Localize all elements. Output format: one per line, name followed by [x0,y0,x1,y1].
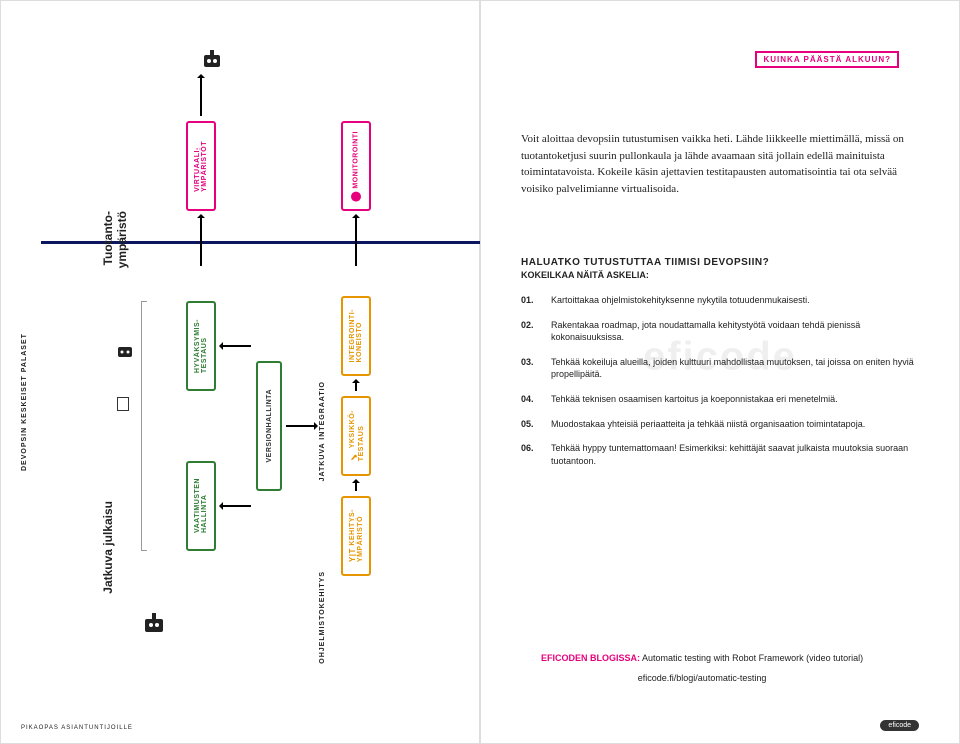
robot-icon [115,341,135,366]
footer-text: PIKAOPAS ASIANTUNTIJOILLE [21,725,133,731]
step-item: 06.Tehkää hyppy tuntemattomaan! Esimerki… [521,442,919,467]
sidebar-tab: DEVOPSIN KESKEISET PALASET [21,333,28,471]
step-item: 03.Tehkää kokeiluja alueilla, joiden kul… [521,356,919,381]
brand-logo: eficode [880,720,919,731]
robot-icon [141,611,167,642]
document-icon [117,397,129,411]
steps-title: HALUATKO TUTUSTUTTAA TIIMISI DEVOPSIIN? [521,257,919,268]
step-item: 02.Rakentakaa roadmap, jota noudattamall… [521,319,919,344]
right-page: KUINKA PÄÄSTÄ ALKUUN? eficode Voit aloit… [480,0,960,744]
check-icon: ✔ [348,451,358,462]
monitoring-box: MONITOROINTI [341,121,371,211]
requirements-box: VAATIMUSTEN HALLINTA [186,461,216,551]
ci-env-title: Jatkuva julkaisu [101,501,115,594]
software-dev-label: OHJELMISTOKEHITYS [319,571,326,664]
left-page: DEVOPSIN KESKEISET PALASET Tuotanto- ymp… [0,0,480,744]
steps-list: 01.Kartoittakaa ohjelmistokehityksenne n… [521,294,919,467]
arrow-icon [355,481,357,491]
arrow-icon [200,76,202,116]
blog-label: EFICODEN BLOGISSA: [541,653,640,663]
steps-subtitle: KOKEILKAA NÄITÄ ASKELIA: [521,270,919,280]
record-icon [351,191,361,201]
continuous-integration-label: JATKUVA INTEGRAATIO [319,381,326,481]
integration-machine-box: INTEGROINTI- KONEISTO [341,296,371,376]
code-icon: Y|T [348,549,357,563]
blog-reference: EFICODEN BLOGISSA: Automatic testing wit… [541,653,863,683]
arrow-icon [286,425,316,427]
arrow-icon [355,381,357,391]
dev-env-box: Y|T KEHITYS- YMPÄRISTÖ [341,496,371,576]
version-control-box: VERSIONHALLINTA [256,361,282,491]
step-item: 04.Tehkää teknisen osaamisen kartoitus j… [521,393,919,406]
diagram: Tuotanto- ympäristö Jatkuva julkaisu VIR… [81,41,441,601]
blog-text: Automatic testing with Robot Framework (… [642,653,863,663]
unit-test-box: ✔ YKSIKKÖ- TESTAUS [341,396,371,476]
prod-env-title-2: ympäristö [115,211,129,268]
arrow-icon [200,216,202,266]
virtual-env-box: VIRTUAALI- YMPÄRISTÖT [186,121,216,211]
arrow-icon [355,216,357,266]
section-header: KUINKA PÄÄSTÄ ALKUUN? [755,51,899,68]
prod-env-title: Tuotanto- [101,211,115,265]
arrow-icon [221,345,251,347]
bracket-icon [141,301,147,551]
blog-url[interactable]: eficode.fi/blogi/automatic-testing [541,673,863,683]
step-item: 01.Kartoittakaa ohjelmistokehityksenne n… [521,294,919,307]
intro-paragraph: Voit aloittaa devopsiin tutustumisen vai… [521,131,919,197]
acceptance-test-box: HYVÄKSYMIS- TESTAUS [186,301,216,391]
step-item: 05.Muodostakaa yhteisiä periaatteita ja … [521,418,919,431]
arrow-icon [221,505,251,507]
